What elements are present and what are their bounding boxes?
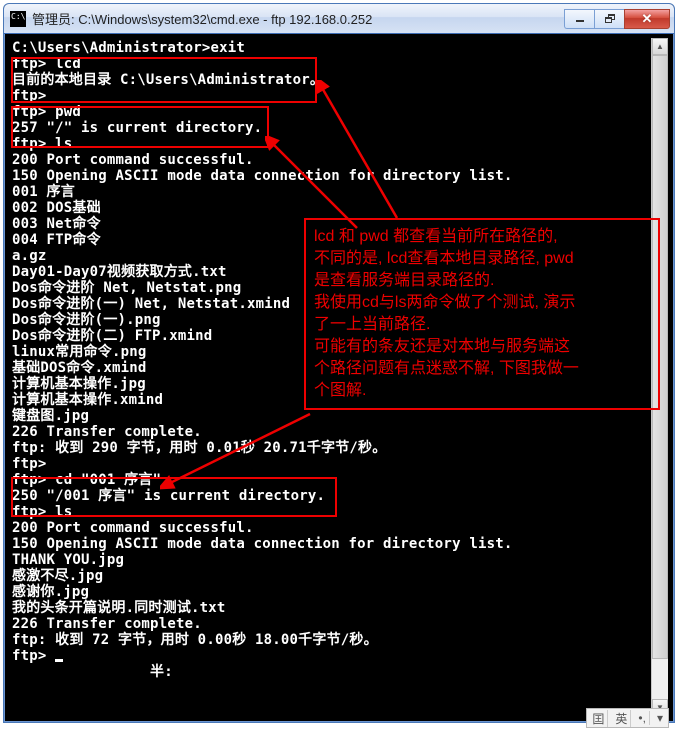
terminal-line: Day01-Day07视频获取方式.txt [12, 264, 666, 280]
terminal-line: ftp: 收到 290 字节，用时 0.01秒 20.71千字节/秒。 [12, 440, 666, 456]
terminal-line: 001 序言 [12, 184, 666, 200]
ime-chevron-down-icon[interactable]: ▾ [654, 711, 666, 725]
terminal-line: 150 Opening ASCII mode data connection f… [12, 536, 666, 552]
terminal-line: 感谢你.jpg [12, 584, 666, 600]
terminal-line: 003 Net命令 [12, 216, 666, 232]
ime-keyboard-icon[interactable]: 囯 [589, 710, 608, 727]
terminal-line: 200 Port command successful. [12, 520, 666, 536]
terminal-line: Dos命令进阶(一).png [12, 312, 666, 328]
terminal-line: ftp> [12, 648, 666, 664]
terminal-line: 感激不尽.jpg [12, 568, 666, 584]
terminal-line: THANK YOU.jpg [12, 552, 666, 568]
terminal-line: ftp: 收到 72 字节，用时 0.00秒 18.00千字节/秒。 [12, 632, 666, 648]
maximize-button[interactable] [594, 9, 624, 29]
close-button[interactable]: ✕ [624, 9, 670, 29]
terminal-line: C:\Users\Administrator>exit [12, 40, 666, 56]
window-title: 管理员: C:\Windows\system32\cmd.exe - ftp 1… [32, 9, 564, 28]
terminal-line: 004 FTP命令 [12, 232, 666, 248]
titlebar[interactable]: 管理员: C:\Windows\system32\cmd.exe - ftp 1… [4, 4, 674, 34]
scrollbar[interactable]: ▲ ▼ [651, 38, 668, 716]
ime-bar[interactable]: 囯 英 •, ▾ [586, 708, 669, 728]
scroll-thumb[interactable] [652, 55, 668, 659]
terminal-line: 计算机基本操作.xmind [12, 392, 666, 408]
command-prompt-window: 管理员: C:\Windows\system32\cmd.exe - ftp 1… [3, 3, 675, 723]
terminal-line: 我的头条开篇说明.同时测试.txt [12, 600, 666, 616]
terminal-line: Dos命令进阶(二) FTP.xmind [12, 328, 666, 344]
terminal-line: 226 Transfer complete. [12, 424, 666, 440]
terminal-line: 目前的本地目录 C:\Users\Administrator。 [12, 72, 666, 88]
terminal-line: ftp> cd "001 序言" [12, 472, 666, 488]
cmd-icon [10, 11, 26, 27]
ime-lang[interactable]: 英 [612, 710, 631, 727]
terminal-line: 200 Port command successful. [12, 152, 666, 168]
terminal-line: 002 DOS基础 [12, 200, 666, 216]
terminal-line: 键盘图.jpg [12, 408, 666, 424]
terminal-line: 250 "/001 序言" is current directory. [12, 488, 666, 504]
terminal-output[interactable]: C:\Users\Administrator>exitftp> lcd目前的本地… [10, 38, 668, 716]
terminal-line: ftp> pwd [12, 104, 666, 120]
minimize-icon [575, 14, 585, 24]
window-buttons: ✕ [564, 9, 670, 29]
minimize-button[interactable] [564, 9, 594, 29]
terminal-line: Dos命令进阶 Net, Netstat.png [12, 280, 666, 296]
terminal-line: 基础DOS命令.xmind [12, 360, 666, 376]
scroll-up-button[interactable]: ▲ [652, 38, 668, 55]
terminal-line: ftp> ls [12, 136, 666, 152]
close-icon: ✕ [642, 11, 653, 27]
terminal-line: 226 Transfer complete. [12, 616, 666, 632]
ime-punct[interactable]: •, [635, 711, 650, 725]
terminal-line: 150 Opening ASCII mode data connection f… [12, 168, 666, 184]
terminal-line: linux常用命令.png [12, 344, 666, 360]
restore-icon [605, 14, 615, 23]
terminal-line: ftp> ls [12, 504, 666, 520]
terminal-line: a.gz [12, 248, 666, 264]
terminal-line: ftp> lcd [12, 56, 666, 72]
terminal-line: 257 "/" is current directory. [12, 120, 666, 136]
terminal-line: ftp> [12, 456, 666, 472]
terminal-line: 计算机基本操作.jpg [12, 376, 666, 392]
terminal-line: 半: [12, 664, 666, 680]
terminal-line: Dos命令进阶(一) Net, Netstat.xmind [12, 296, 666, 312]
terminal-line: ftp> [12, 88, 666, 104]
